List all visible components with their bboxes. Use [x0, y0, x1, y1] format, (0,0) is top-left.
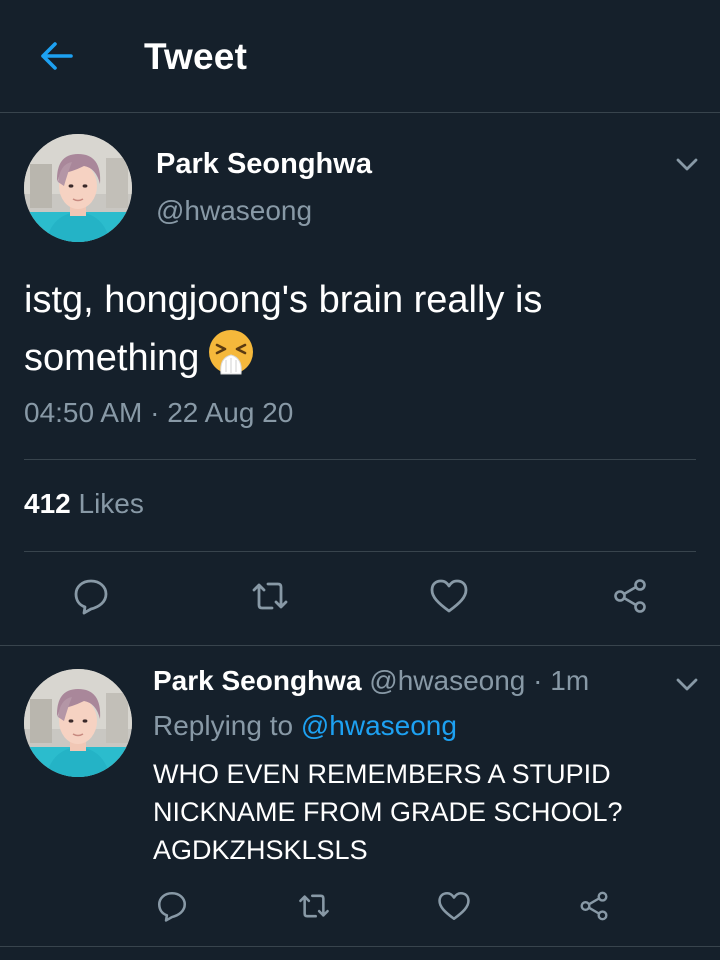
retweet-icon: [248, 576, 292, 621]
like-button[interactable]: [421, 570, 477, 626]
likes-count: 412: [24, 488, 71, 519]
reply-text: WHO EVEN REMEMBERS A STUPID NICKNAME FRO…: [153, 759, 623, 865]
tweet-timestamp: 04:50 AM · 22 Aug 20: [24, 397, 293, 429]
tweet-options-button[interactable]: [672, 152, 702, 176]
tweet-date: 22 Aug 20: [167, 397, 294, 428]
bottom-divider: [0, 946, 720, 947]
arrow-left-icon: [38, 41, 74, 76]
reply-author-handle[interactable]: @hwaseong: [369, 665, 525, 696]
replying-to-link[interactable]: @hwaseong: [301, 710, 457, 741]
reply-icon: [155, 889, 189, 928]
author-name[interactable]: Park Seonghwa: [156, 148, 372, 181]
meta-divider: [24, 459, 696, 460]
reply-header: Park Seonghwa @hwaseong · 1m: [153, 665, 589, 697]
meta-separator: ·: [150, 397, 160, 428]
replying-to: Replying to @hwaseong: [153, 710, 457, 742]
reply-icon: [71, 576, 111, 621]
sneezing-face-emoji-icon: [207, 328, 255, 392]
reply-button[interactable]: [63, 570, 119, 626]
chevron-down-icon: [672, 158, 702, 180]
retweet-icon: [295, 889, 333, 928]
tweet-text: istg, hongjoong's brain really is someth…: [24, 272, 684, 392]
reply-author-name[interactable]: Park Seonghwa: [153, 665, 362, 696]
tweet-divider: [0, 645, 720, 646]
reply-like-button[interactable]: [426, 880, 482, 936]
heart-icon: [436, 889, 472, 928]
share-button[interactable]: [602, 570, 658, 626]
reply-avatar[interactable]: [24, 669, 132, 777]
reply-share-button[interactable]: [566, 880, 622, 936]
page-title: Tweet: [144, 36, 248, 77]
reply-retweet-button[interactable]: [286, 880, 342, 936]
header-divider: [0, 112, 720, 113]
chevron-down-icon: [672, 678, 702, 700]
author-handle[interactable]: @hwaseong: [156, 195, 312, 227]
share-icon: [577, 889, 611, 928]
back-button[interactable]: [32, 36, 80, 80]
tweet-text-content: istg, hongjoong's brain really is someth…: [24, 279, 543, 379]
app-header: Tweet: [0, 0, 720, 112]
replying-prefix: Replying to: [153, 710, 294, 741]
likes-stat[interactable]: 412 Likes: [24, 488, 144, 520]
share-icon: [610, 576, 650, 621]
reply-options-button[interactable]: [672, 672, 702, 696]
tweet-time: 04:50 AM: [24, 397, 143, 428]
reply-time: · 1m: [533, 665, 590, 696]
heart-icon: [428, 576, 470, 621]
likes-label: Likes: [78, 488, 144, 519]
stats-divider: [24, 551, 696, 552]
reply-reply-button[interactable]: [144, 880, 200, 936]
retweet-button[interactable]: [242, 570, 298, 626]
avatar[interactable]: [24, 134, 132, 242]
